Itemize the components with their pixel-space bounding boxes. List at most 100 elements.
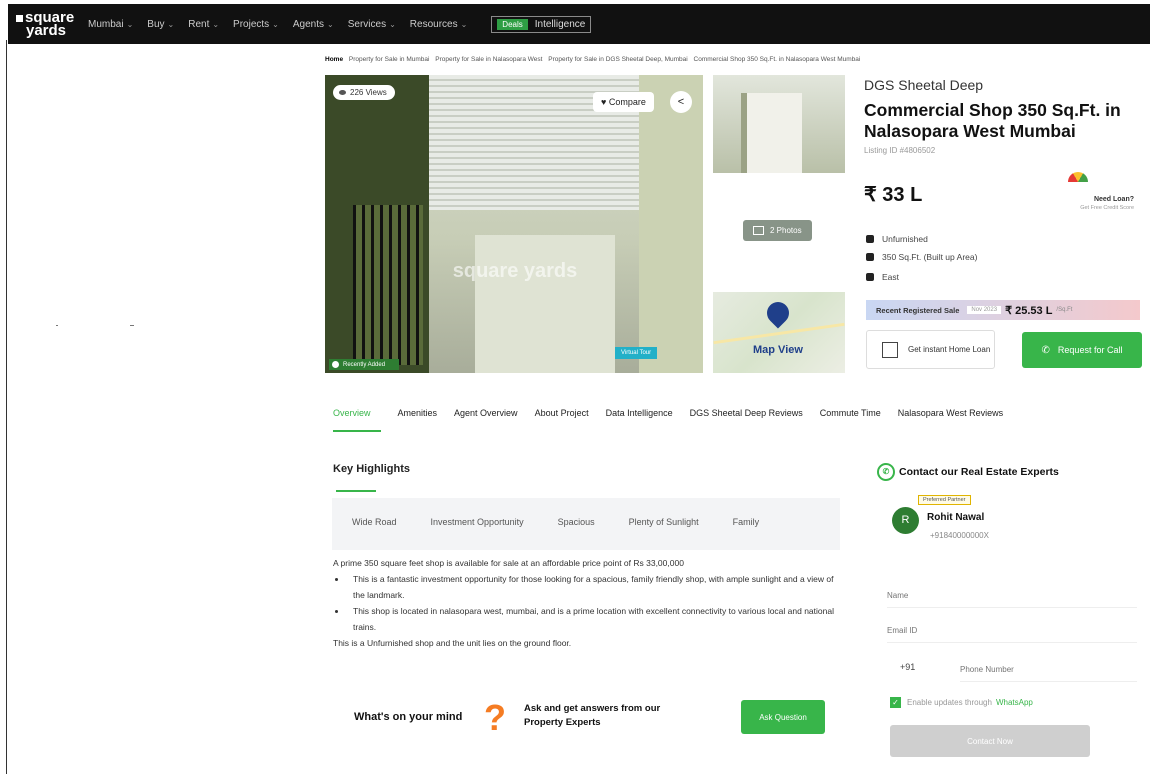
highlight-chip: Plenty of Sunlight [628,517,699,527]
request-call-button[interactable]: ✆ Request for Call [1022,332,1142,368]
country-code-select[interactable]: +91 [900,662,915,672]
home-loan-button[interactable]: Get instant Home Loan [866,330,995,369]
tab-project-reviews[interactable]: DGS Sheetal Deep Reviews [690,408,803,430]
whatsapp-label: WhatsApp [995,698,1033,707]
listing-title: Commercial Shop 350 Sq.Ft. in Nalasopara… [864,100,1121,141]
price: ₹ 33 L [864,184,923,206]
whatsapp-consent[interactable]: ✓ Enable updates through WhatsApp [890,697,1033,708]
feature-label: 350 Sq.Ft. (Built up Area) [882,252,978,262]
recent-sale-value: ₹ 25.53 L [1005,304,1053,317]
tab-amenities[interactable]: Amenities [398,408,438,430]
intelligence-label: Intelligence [534,18,586,30]
gallery-icon [753,226,764,235]
page-left-border [6,40,7,774]
chevron-down-icon: ⌄ [389,19,396,29]
key-highlights-title: Key Highlights [333,463,411,475]
image-watermark: square yards [452,260,578,282]
photos-button[interactable]: 2 Photos [743,220,812,241]
whats-on-your-mind-title: What's on your mind [354,711,463,723]
credit-gauge-icon [1068,172,1088,182]
chevron-down-icon: ⌄ [272,19,279,29]
share-button[interactable]: < [670,91,692,113]
credit-score-link[interactable]: Get Free Credit Score [1030,205,1134,211]
checkbox-checked-icon[interactable]: ✓ [890,697,901,708]
tab-data-intelligence[interactable]: Data Intelligence [606,408,673,430]
chevron-down-icon: ⌄ [327,19,334,29]
description-intro: A prime 350 square feet shop is availabl… [333,558,684,568]
contact-now-button[interactable]: Contact Now [890,725,1090,757]
logo[interactable]: square yards [16,10,88,38]
chevron-down-icon: ⌄ [212,19,220,29]
highlight-chip: Spacious [557,517,595,527]
map-view-tile[interactable]: Map View [713,292,845,373]
phone-icon: ✆ [877,463,895,481]
tab-agent-overview[interactable]: Agent Overview [454,408,518,430]
nav-item-label: Buy [147,18,165,30]
nav-intelligence-button[interactable]: Deals Intelligence [491,15,592,33]
virtual-tour-button[interactable]: Virtual Tour [615,347,658,359]
request-call-label: Request for Call [1057,345,1123,355]
recently-added-label: Recently Added [343,361,386,368]
feature-furnishing: Unfurnished [866,234,928,244]
breadcrumb-item[interactable]: Home [325,56,343,63]
phone-field[interactable] [960,657,1137,682]
image-inner-room [475,235,615,373]
logo-square-icon [16,15,23,22]
thumbnail-image[interactable] [713,75,845,173]
nav-item-services[interactable]: Services ⌄ [348,19,396,30]
tab-about-project[interactable]: About Project [535,408,589,430]
nav-item-city[interactable]: Mumbai ⌄ [88,19,133,30]
stray-mark [130,325,134,326]
ask-question-button[interactable]: Ask Question [741,700,825,734]
eye-icon [339,90,346,95]
virtual-tour-label: Virtual Tour [621,350,652,356]
highlight-chip: Wide Road [352,517,397,527]
nav-item-resources[interactable]: Resources ⌄ [410,19,468,30]
photos-label: 2 Photos [770,226,802,235]
contact-title-label: Contact our Real Estate Experts [899,466,1059,478]
bank-icon [882,341,898,358]
map-view-label: Map View [753,344,803,356]
email-field[interactable] [887,618,1137,643]
question-mark-icon: ? [484,697,506,738]
map-pin-icon [762,297,794,329]
home-loan-label: Get instant Home Loan [908,344,991,354]
nav-item-label: Resources [409,18,458,30]
views-count: 226 Views [350,88,387,97]
main-property-image[interactable]: square yards 226 Views ♥ Compare < Recen… [325,75,703,373]
tab-overview[interactable]: Overview [333,408,381,432]
enable-updates-label: Enable updates through [907,698,992,707]
breadcrumb-item[interactable]: Property for Sale in Mumbai [349,56,430,63]
nav-item-buy[interactable]: Buy ⌄ [147,19,174,30]
highlight-chip: Investment Opportunity [430,517,524,527]
project-name[interactable]: DGS Sheetal Deep [864,77,983,93]
section-tabs: Overview Amenities Agent Overview About … [333,408,1020,438]
need-loan-link[interactable]: Need Loan? [1030,196,1134,203]
nav-item-rent[interactable]: Rent ⌄ [188,19,219,30]
chevron-down-icon: ⌄ [126,19,134,29]
breadcrumb-item-current: Commercial Shop 350 Sq.Ft. in Nalasopara… [693,56,861,63]
clock-icon [332,361,339,368]
tab-commute-time[interactable]: Commute Time [820,408,881,430]
thumbnail-photos-tile[interactable]: 2 Photos [713,183,845,286]
top-nav: square yards Mumbai ⌄ Buy ⌄ Rent ⌄ Projects… [8,4,1150,44]
nav-item-projects[interactable]: Projects ⌄ [233,19,279,30]
recent-sale-banner[interactable]: Recent Registered Sale Nov 2023 ₹ 25.53 … [866,300,1140,320]
intelligence-badge: Deals [497,18,528,30]
nav-item-agents[interactable]: Agents ⌄ [293,19,334,30]
contact-now-label: Contact Now [967,736,1013,746]
compare-button[interactable]: ♥ Compare [593,92,654,112]
nav-item-label: Mumbai [88,18,124,30]
breadcrumb-item[interactable]: Property for Sale in DGS Sheetal Deep, M… [548,56,687,63]
agent-name: Rohit Nawal [927,512,985,523]
description-bullets: This is a fantastic investment opportuni… [333,571,843,635]
image-grille [353,205,423,365]
breadcrumb: Home Property for Sale in Mumbai Propert… [325,56,864,63]
name-field[interactable] [887,583,1137,608]
highlight-chip: Family [732,517,760,527]
breadcrumb-item[interactable]: Property for Sale in Nalasopara West [435,56,542,63]
stray-mark [56,325,58,326]
listing-description: A prime 350 square feet shop is availabl… [333,555,843,673]
title-underline [336,490,376,492]
tab-locality-reviews[interactable]: Nalasopara West Reviews [898,408,1003,430]
